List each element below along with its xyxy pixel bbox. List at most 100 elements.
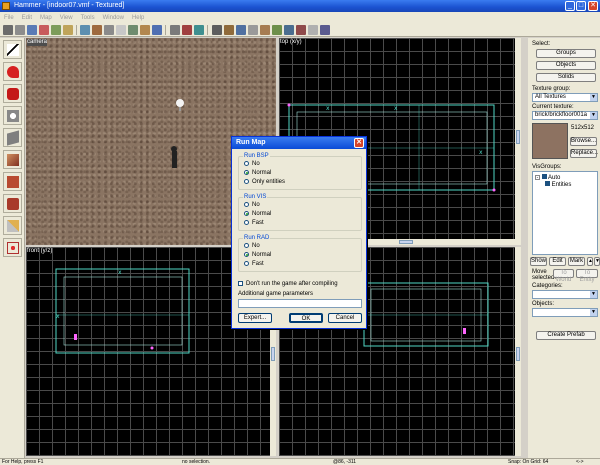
vertex-icon[interactable] [236,25,246,35]
run-vis-group: Run VIS No Normal Fast [238,194,362,231]
minimize-button[interactable]: _ [565,1,575,11]
edit-visgroup-button[interactable]: Edit [549,257,566,266]
chevron-down-icon[interactable]: ▼ [590,309,597,316]
scroll-thumb[interactable] [271,347,275,361]
unhide-icon[interactable] [128,25,138,35]
clip-icon[interactable] [224,25,234,35]
bsp-only-entities-radio[interactable]: Only entities [244,179,285,186]
select-groups-button[interactable]: Groups [536,49,596,58]
smooth-icon[interactable] [260,25,270,35]
show-detail-icon[interactable] [308,25,318,35]
mark-visgroup-button[interactable]: Mark [568,257,585,266]
player-marker[interactable] [463,328,466,334]
vertex-tool[interactable] [3,238,22,257]
move-down-button[interactable]: ▼ [594,257,600,266]
visgroups-tree[interactable]: - Auto Entities [532,171,598,255]
cordon-icon[interactable] [248,25,258,35]
vis-fast-radio[interactable]: Fast [244,220,264,227]
bsp-normal-radio[interactable]: Normal [244,170,271,177]
entity-tool[interactable] [3,106,22,125]
rad-normal-radio[interactable]: Normal [244,252,271,259]
visgroup-checkbox[interactable] [545,181,550,186]
vis-normal-radio[interactable]: Normal [244,211,271,218]
move-to-world-icon[interactable] [152,25,162,35]
dialog-title-bar[interactable]: Run Map ✕ [232,137,366,149]
to-world-button[interactable]: To World [553,269,574,283]
visgroup-checkbox[interactable] [541,174,547,179]
vertical-scrollbar[interactable] [515,247,521,456]
ok-button[interactable]: OK [289,313,323,323]
carve-icon[interactable] [80,25,90,35]
vertex-handle[interactable] [492,188,496,192]
categories-select[interactable]: ▼ [532,290,598,299]
texture-application-icon[interactable] [170,25,180,35]
window-title-bar[interactable]: Hammer - [indoor07.vmf - Textured] _ □ ✕ [0,0,600,12]
hide-icon[interactable] [116,25,126,35]
texture-group-select[interactable]: All Textures ▼ [532,93,598,102]
vertex-handle[interactable] [287,103,291,107]
model-browser-icon[interactable] [320,25,330,35]
group-icon[interactable] [92,25,102,35]
dialog-close-button[interactable]: ✕ [354,138,364,148]
visgroup-auto[interactable]: - Auto [535,174,560,181]
check-problems-icon[interactable] [284,25,294,35]
dont-run-game-checkbox[interactable]: Don't run the game after compiling [238,281,338,287]
magnify-tool[interactable] [3,62,22,81]
scroll-thumb[interactable] [399,240,413,244]
vertex-handle[interactable] [150,346,154,350]
block-tool[interactable] [3,128,22,147]
run-map-icon[interactable] [296,25,306,35]
vertical-scrollbar[interactable] [515,38,521,245]
radio-icon [244,179,249,184]
texture-lock-icon[interactable] [63,25,73,35]
chevron-down-icon[interactable]: ▼ [590,94,597,101]
entity-report-icon[interactable] [272,25,282,35]
chevron-down-icon[interactable]: ▼ [590,112,597,119]
select-objects-button[interactable]: Objects [536,61,596,70]
helpers-icon[interactable] [51,25,61,35]
grid-toggle-icon[interactable] [3,25,13,35]
vis-no-radio[interactable]: No [244,202,260,209]
cancel-button[interactable]: Cancel [328,313,362,323]
rad-fast-radio[interactable]: Fast [244,261,264,268]
scroll-thumb[interactable] [516,130,520,144]
chevron-down-icon[interactable]: ▼ [590,291,597,298]
player-start-entity[interactable] [172,151,177,168]
scroll-thumb[interactable] [516,347,520,361]
light-entity[interactable] [176,99,184,107]
tie-to-entity-icon[interactable] [140,25,150,35]
status-coords: @86, -311 [333,459,357,465]
maximize-button[interactable]: □ [576,1,586,11]
overlay-icon[interactable] [194,25,204,35]
3d-grid-icon[interactable] [39,25,49,35]
tree-expander[interactable]: - [535,175,540,181]
apply-texture-tool[interactable] [3,172,22,191]
visgroup-entities[interactable]: Entities [545,181,571,188]
browse-button[interactable]: Browse... [570,137,597,146]
selection-tool[interactable] [3,40,22,59]
texture-tool[interactable] [3,150,22,169]
rad-no-radio[interactable]: No [244,243,260,250]
decals-icon[interactable] [182,25,192,35]
create-prefab-button[interactable]: Create Prefab [536,331,596,340]
move-up-button[interactable]: ▲ [587,257,593,266]
current-texture-select[interactable]: brick/brickfloor001a ▼ [532,111,598,120]
clipping-tool[interactable] [3,216,22,235]
select-solids-button[interactable]: Solids [536,73,596,82]
ungroup-icon[interactable] [104,25,114,35]
decal-tool[interactable] [3,194,22,213]
show-visgroup-button[interactable]: Show [530,257,547,266]
select-all-icon[interactable] [212,25,222,35]
close-window-button[interactable]: ✕ [588,1,598,11]
objects-select[interactable]: ▼ [532,308,598,317]
bsp-no-radio[interactable]: No [244,161,260,168]
expert-button[interactable]: Expert... [238,313,272,323]
grid-smaller-icon[interactable] [15,25,25,35]
radio-label: Fast [252,261,264,267]
grid-larger-icon[interactable] [27,25,37,35]
game-params-input[interactable] [238,299,362,308]
camera-tool[interactable] [3,84,22,103]
replace-button[interactable]: Replace... [570,149,598,158]
player-marker[interactable] [74,334,77,340]
to-entity-button[interactable]: To Entity [576,269,598,283]
